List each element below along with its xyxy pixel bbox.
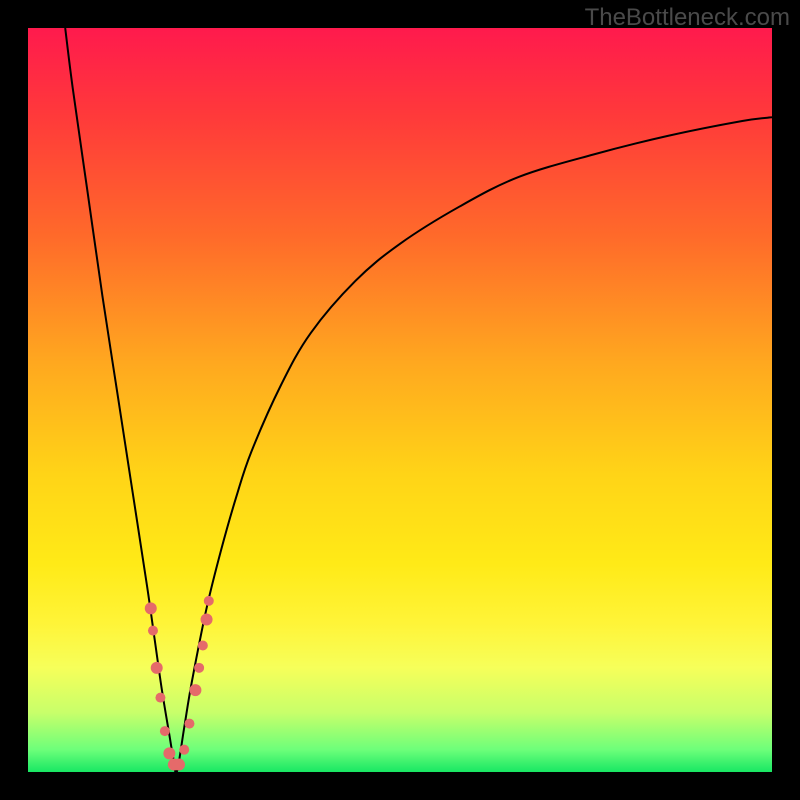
chart-markers — [145, 596, 214, 771]
chart-marker — [194, 663, 204, 673]
chart-marker — [198, 641, 208, 651]
chart-marker — [155, 693, 165, 703]
chart-marker — [163, 747, 175, 759]
chart-marker — [184, 719, 194, 729]
chart-svg — [28, 28, 772, 772]
chart-frame: TheBottleneck.com — [0, 0, 800, 800]
chart-marker — [160, 726, 170, 736]
chart-marker — [173, 759, 185, 771]
chart-marker — [201, 613, 213, 625]
chart-plot-area — [28, 28, 772, 772]
watermark-label: TheBottleneck.com — [585, 4, 790, 32]
bottleneck-curve — [65, 28, 772, 772]
chart-marker — [204, 596, 214, 606]
chart-marker — [151, 662, 163, 674]
chart-marker — [148, 626, 158, 636]
chart-marker — [189, 684, 201, 696]
chart-marker — [179, 745, 189, 755]
chart-marker — [145, 602, 157, 614]
